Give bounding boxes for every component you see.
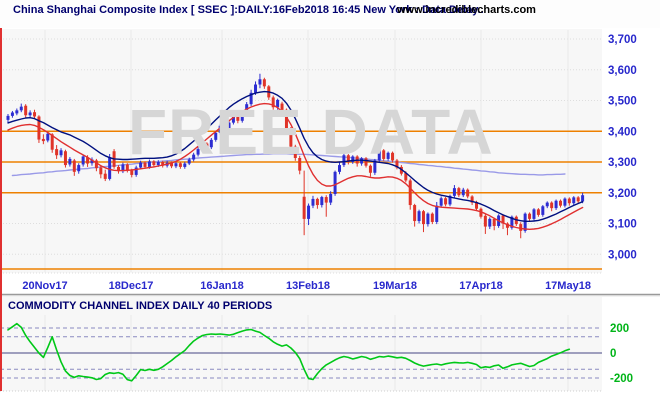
candle-up <box>488 219 491 227</box>
candle-down <box>263 79 266 86</box>
candle-up <box>440 198 443 205</box>
candle-up <box>426 214 429 224</box>
cci-axis-label: 200 <box>610 323 629 335</box>
candle-down <box>444 198 447 204</box>
candle-down <box>316 199 319 205</box>
candle-up <box>20 107 23 111</box>
free-data-watermark: FREE DATA <box>128 100 494 164</box>
candle-up <box>11 112 14 115</box>
candle-up <box>581 195 584 201</box>
date-axis-label: 17Apr18 <box>459 280 502 292</box>
cci-axis-label: 0 <box>610 348 616 360</box>
candle-up <box>82 156 85 164</box>
candle-up <box>108 157 111 179</box>
candle-up <box>541 206 544 215</box>
candle-up <box>29 112 32 115</box>
candle-up <box>418 211 421 221</box>
candle-down <box>325 197 328 203</box>
price-axis-label: 3,600 <box>608 65 637 77</box>
candle-down <box>466 190 469 197</box>
candle-down <box>409 180 412 205</box>
candle-up <box>46 134 49 141</box>
candle-down <box>422 211 425 224</box>
candle-down <box>42 139 45 141</box>
stock-chart-canvas[interactable]: 3,700 3,600 3,500 3,400 3,300 3,200 3,100 3,000… <box>0 0 660 400</box>
candle-down <box>577 197 580 201</box>
candle-up <box>462 190 465 196</box>
candle-down <box>413 205 416 221</box>
candle-down <box>484 216 487 227</box>
price-axis-label: 3,400 <box>608 126 637 138</box>
candle-up <box>435 206 438 222</box>
candle-down <box>64 151 67 165</box>
candle-down <box>528 214 531 219</box>
candle-up <box>546 203 549 207</box>
candle-up <box>60 150 63 155</box>
candle-up <box>7 116 10 120</box>
candle-up <box>307 206 310 219</box>
title-bar: China Shanghai Composite Index [ SSEC ]:… <box>0 0 660 28</box>
candle-up <box>15 110 18 113</box>
candle-up <box>258 79 261 84</box>
candle-up <box>572 197 575 203</box>
candle-up <box>532 209 535 219</box>
candle-down <box>550 203 553 209</box>
chart-window: 3,700 3,600 3,500 3,400 3,300 3,200 3,100 3,000… <box>0 0 660 400</box>
candle-down <box>457 188 460 195</box>
candle-up <box>254 85 257 93</box>
candle-up <box>453 188 456 196</box>
site-link[interactable]: www.incrediblecharts.com <box>397 4 536 16</box>
price-axis-label: 3,300 <box>608 157 637 169</box>
candle-up <box>320 197 323 205</box>
candle-up <box>68 159 71 165</box>
date-axis-label: 18Dec17 <box>109 280 154 292</box>
candle-up <box>311 199 314 206</box>
cci-panel-title: COMMODITY CHANNEL INDEX DAILY 40 PERIODS <box>8 300 272 312</box>
candle-down <box>303 197 306 219</box>
candle-down <box>33 112 36 116</box>
candle-up <box>334 172 337 194</box>
candle-down <box>73 160 76 171</box>
candle-down <box>568 199 571 204</box>
candle-down <box>99 168 102 175</box>
price-axis-label: 3,200 <box>608 188 637 200</box>
candle-down <box>24 106 27 116</box>
date-axis-label: 13Feb18 <box>286 280 330 292</box>
candle-up <box>555 201 558 208</box>
candle-down <box>537 209 540 215</box>
candle-up <box>563 199 566 206</box>
price-axis-label: 3,500 <box>608 96 637 108</box>
date-axis-label: 16Jan18 <box>200 280 243 292</box>
candle-down <box>55 149 58 155</box>
candle-down <box>431 214 434 222</box>
price-axis-label: 3,100 <box>608 219 637 231</box>
price-axis-label: 3,700 <box>608 34 637 46</box>
candle-up <box>77 165 80 171</box>
candle-up <box>329 194 332 203</box>
candle-down <box>104 174 107 179</box>
price-axis-label: 3,000 <box>608 249 637 261</box>
candle-down <box>493 219 496 226</box>
candle-down <box>130 171 133 175</box>
date-axis-label: 17May18 <box>545 280 591 292</box>
date-axis-label: 19Mar18 <box>373 280 417 292</box>
candle-down <box>559 201 562 206</box>
date-axis-label: 20Nov17 <box>22 280 67 292</box>
cci-axis-label: -200 <box>610 373 633 385</box>
